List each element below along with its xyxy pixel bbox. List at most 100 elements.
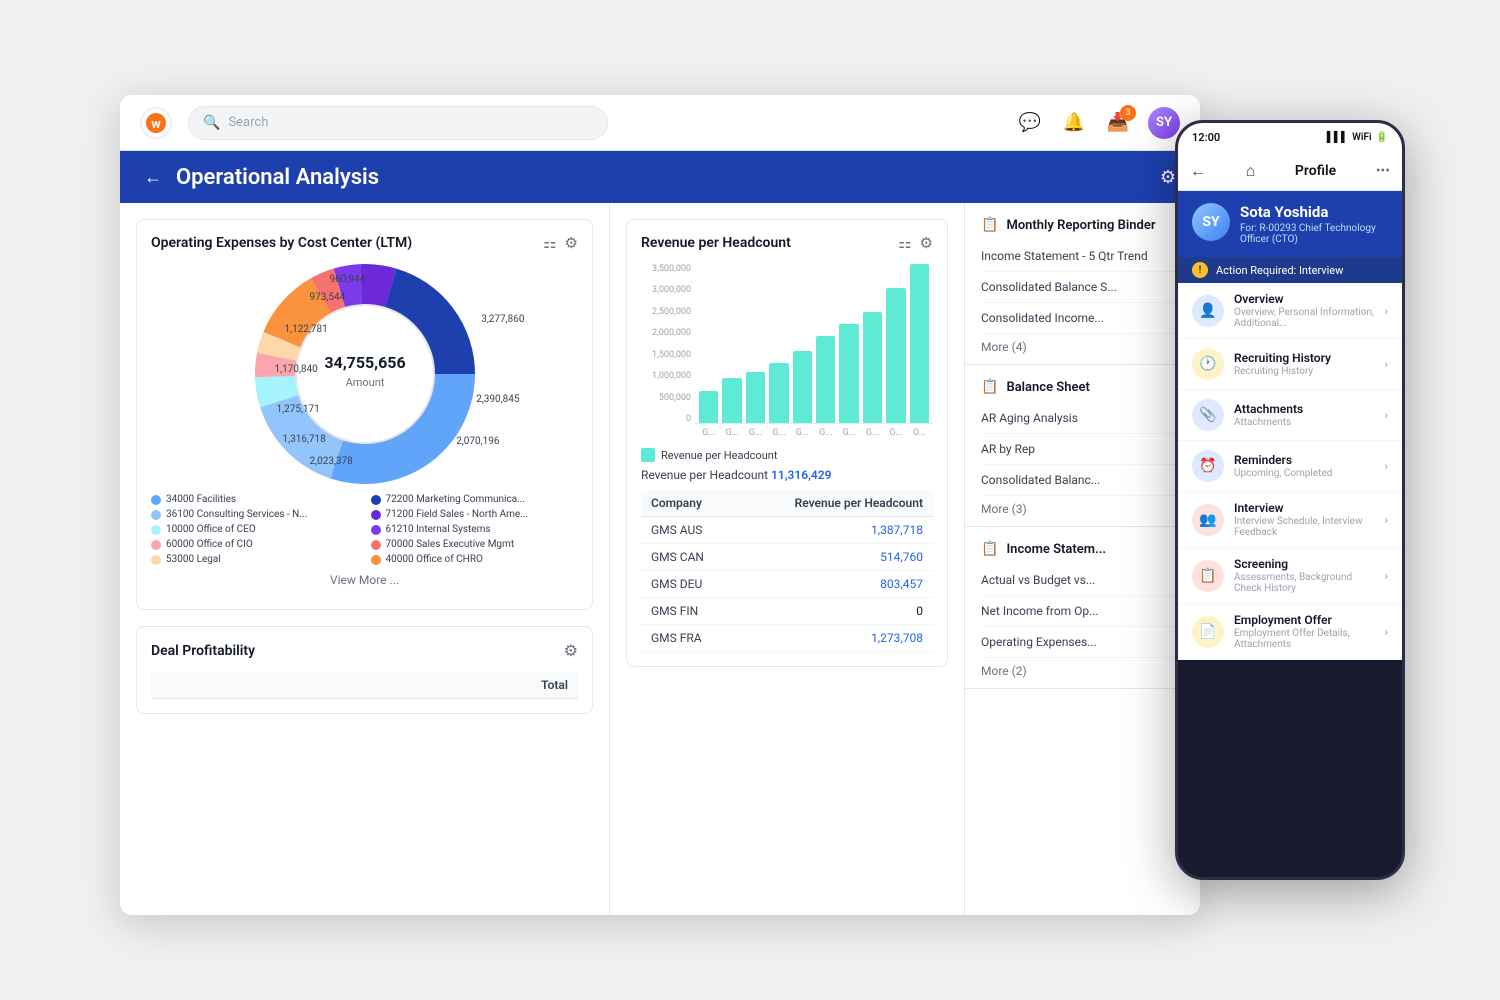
action-icon: ! — [1192, 262, 1208, 278]
report-item[interactable]: Net Income from Op... › — [981, 596, 1184, 627]
label-1122781: 1,122,781 — [285, 324, 328, 335]
menu-sublabel: Overview, Personal Information, Addition… — [1234, 307, 1374, 329]
card-header: Operating Expenses by Cost Center (LTM) … — [151, 234, 578, 252]
table-row: GMS DEU 803,457 — [641, 571, 933, 598]
menu-item-employment-offer[interactable]: 📄 Employment Offer Employment Offer Deta… — [1178, 604, 1402, 660]
bar-5 — [793, 351, 812, 423]
phone-time: 12:00 — [1192, 131, 1220, 144]
table-row: GMS AUS 1,387,718 — [641, 517, 933, 544]
label-2070196: 2,070,196 — [456, 436, 499, 447]
balance-icon: 📋 — [981, 379, 998, 395]
filter-icon[interactable]: ⚏ — [543, 234, 556, 252]
legend-label: 40000 Office of CHRO — [386, 554, 483, 565]
settings-icon-card[interactable]: ⚙ — [565, 234, 578, 252]
menu-item-reminders[interactable]: ⏰ Reminders Upcoming, Completed › — [1178, 441, 1402, 492]
right-panel: 📋 Monthly Reporting Binder Income Statem… — [965, 203, 1200, 915]
left-panel: Operating Expenses by Cost Center (LTM) … — [120, 203, 610, 915]
legend-color — [371, 555, 381, 565]
report-item[interactable]: Consolidated Balance S... › — [981, 272, 1184, 303]
menu-sublabel: Attachments — [1234, 417, 1374, 428]
bell-icon[interactable]: 🔔 — [1060, 109, 1088, 137]
report-item[interactable]: AR Aging Analysis › — [981, 403, 1184, 434]
menu-item-screening[interactable]: 📋 Screening Assessments, Background Chec… — [1178, 548, 1402, 604]
interview-icon: 👥 — [1192, 504, 1224, 536]
income-statement-label: Income Statem... — [1006, 542, 1106, 557]
menu-text-interview: Interview Interview Schedule, Interview … — [1234, 501, 1374, 538]
revenue-current-label: Revenue per Headcount — [641, 468, 768, 482]
more-link[interactable]: More (3) — [981, 496, 1184, 522]
revenue-table: Company Revenue per Headcount GMS AUS 1,… — [641, 490, 933, 652]
tray-icon[interactable]: 📥 3 — [1104, 109, 1132, 137]
revenue-card: Revenue per Headcount ⚏ ⚙ 3,500,000 3,00… — [626, 219, 948, 667]
label-960944: 960,944 — [330, 274, 366, 285]
operating-expenses-card: Operating Expenses by Cost Center (LTM) … — [136, 219, 593, 610]
settings-icon[interactable]: ⚙ — [1160, 167, 1176, 188]
search-bar[interactable]: 🔍 Search — [188, 106, 608, 140]
legend-item: 53000 Legal — [151, 554, 359, 565]
phone-menu: 👤 Overview Overview, Personal Informatio… — [1178, 283, 1402, 660]
settings-icon-revenue[interactable]: ⚙ — [920, 234, 933, 252]
menu-item-overview[interactable]: 👤 Overview Overview, Personal Informatio… — [1178, 283, 1402, 339]
phone-home-icon[interactable]: ⌂ — [1246, 161, 1256, 181]
menu-text-recruiting: Recruiting History Recruiting History — [1234, 351, 1374, 377]
x-label: G... — [863, 428, 882, 438]
phone-status-bar: 12:00 ▌▌▌ WiFi 🔋 — [1178, 123, 1402, 151]
report-item[interactable]: AR by Rep › — [981, 434, 1184, 465]
report-item[interactable]: Consolidated Balanc... › — [981, 465, 1184, 496]
menu-sublabel: Recruiting History — [1234, 366, 1374, 377]
profile-role: For: R-00293 Chief Technology Officer (C… — [1240, 223, 1388, 245]
report-item[interactable]: Operating Expenses... › — [981, 627, 1184, 658]
value-cell: 514,760 — [737, 544, 933, 571]
chevron-right-icon: › — [1384, 459, 1388, 473]
report-item-label: Operating Expenses... — [981, 635, 1097, 649]
workday-logo: w — [140, 107, 172, 139]
legend-item: 72200 Marketing Communica... — [371, 494, 579, 505]
more-link[interactable]: More (2) — [981, 658, 1184, 684]
menu-text-attachments: Attachments Attachments — [1234, 402, 1374, 428]
mobile-phone: 12:00 ▌▌▌ WiFi 🔋 ← ⌂ Profile ••• SY Sota… — [1175, 120, 1405, 880]
balance-sheet-label: Balance Sheet — [1006, 380, 1089, 395]
report-item-label: AR Aging Analysis — [981, 411, 1078, 425]
menu-item-interview[interactable]: 👥 Interview Interview Schedule, Intervie… — [1178, 492, 1402, 548]
legend-item: 70000 Sales Executive Mgmt — [371, 539, 579, 550]
bar-7 — [839, 324, 858, 423]
report-item[interactable]: Actual vs Budget vs... › — [981, 565, 1184, 596]
back-button[interactable]: ← — [144, 167, 162, 188]
label-2023378: 2,023,378 — [310, 456, 353, 467]
table-row: GMS FRA 1,273,708 — [641, 625, 933, 652]
menu-item-attachments[interactable]: 📎 Attachments Attachments › — [1178, 390, 1402, 441]
phone-nav-title: Profile — [1295, 163, 1336, 179]
income-statement-section: 📋 Income Statem... Actual vs Budget vs..… — [965, 527, 1200, 689]
phone-more-icon[interactable]: ••• — [1376, 163, 1390, 179]
x-label: G... — [886, 428, 905, 438]
legend-item: 71200 Field Sales - North Ame... — [371, 509, 579, 520]
x-label: G... — [839, 428, 858, 438]
menu-sublabel: Upcoming, Completed — [1234, 468, 1374, 479]
menu-item-recruiting-history[interactable]: 🕐 Recruiting History Recruiting History … — [1178, 339, 1402, 390]
chat-icon[interactable]: 💬 — [1016, 109, 1044, 137]
report-item-label: Income Statement - 5 Qtr Trend — [981, 249, 1148, 263]
status-icons: ▌▌▌ WiFi 🔋 — [1327, 132, 1388, 143]
menu-label: Recruiting History — [1234, 351, 1374, 365]
bar-2 — [722, 378, 741, 423]
deal-settings-icon[interactable]: ⚙ — [564, 641, 578, 660]
table-row: GMS FIN 0 — [641, 598, 933, 625]
reminders-icon: ⏰ — [1192, 450, 1224, 482]
bar-chart: 3,500,000 3,000,000 2,500,000 2,000,000 … — [641, 264, 933, 442]
company-cell: GMS CAN — [641, 544, 737, 571]
phone-nav-icons: ••• — [1376, 163, 1390, 179]
operating-expenses-title: Operating Expenses by Cost Center (LTM) — [151, 235, 412, 251]
chevron-right-icon: › — [1384, 304, 1388, 318]
report-item[interactable]: Consolidated Income... › — [981, 303, 1184, 334]
user-avatar[interactable]: SY — [1148, 107, 1180, 139]
svg-text:34,755,656: 34,755,656 — [324, 353, 405, 372]
chevron-right-icon: › — [1384, 408, 1388, 422]
view-more-link[interactable]: View More ... — [151, 565, 578, 595]
y-label: 2,000,000 — [641, 328, 691, 338]
battery-icon: 🔋 — [1376, 132, 1388, 143]
desktop-app: w 🔍 Search 💬 🔔 📥 3 SY ← Operational Anal… — [120, 95, 1200, 915]
report-item[interactable]: Income Statement - 5 Qtr Trend › — [981, 241, 1184, 272]
phone-back-icon[interactable]: ← — [1190, 161, 1206, 181]
filter-icon-revenue[interactable]: ⚏ — [898, 234, 911, 252]
more-link[interactable]: More (4) — [981, 334, 1184, 360]
